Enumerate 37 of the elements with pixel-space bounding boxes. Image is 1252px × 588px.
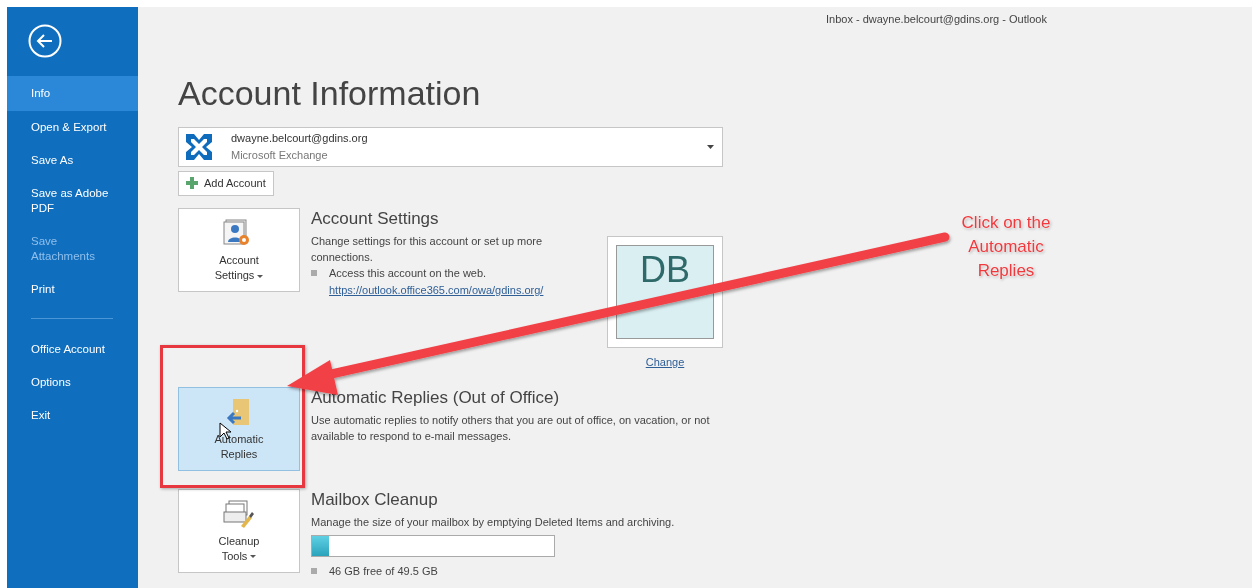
callout-text: Click on the Automatic Replies [960, 212, 1052, 282]
cleanup-icon [223, 499, 255, 530]
section-description: Use automatic replies to notify others that you are out of office, on vacation, or not available to respond to e-mail messages. [311, 412, 711, 444]
bullet-text: 46 GB free of 49.5 GB [329, 563, 438, 579]
sidebar-item[interactable]: Print [7, 273, 138, 306]
sidebar-item[interactable]: Office Account [7, 333, 138, 366]
sidebar-item[interactable]: Exit [7, 399, 138, 432]
sidebar-item[interactable]: Open & Export [7, 111, 138, 144]
sidebar-item: Save Attachments [7, 225, 138, 273]
account-email: dwayne.belcourt@gdins.org [231, 131, 369, 146]
page-title: Account Information [178, 73, 482, 113]
profile-initials: DB [616, 245, 714, 340]
change-photo-link[interactable]: Change [645, 354, 685, 371]
bullet-text: Access this account on the web. [329, 266, 487, 282]
sidebar-item[interactable]: Save As [7, 144, 138, 177]
section-description: Change settings for this account or set up more connections. [311, 234, 544, 266]
tool-button[interactable]: Automatic Replies [178, 386, 300, 471]
section-title: Automatic Replies (Out of Office) [311, 386, 561, 409]
window-title: Inbox - dwayne.belcourt@gdins.org - Outlook [826, 12, 1047, 27]
bullet-icon [311, 567, 317, 574]
sidebar-item[interactable]: Save as Adobe PDF [7, 177, 138, 225]
tool-button[interactable]: Cleanup Tools [178, 488, 300, 573]
bullet-icon [311, 270, 317, 277]
add-account-button[interactable]: Add Account [178, 171, 274, 196]
sidebar-item[interactable]: Options [7, 366, 138, 399]
section-title: Account Settings [311, 208, 440, 231]
section-title: Mailbox Cleanup [311, 488, 439, 511]
section-description: Manage the size of your mailbox by emptying Deleted Items and archiving. [311, 514, 676, 530]
web-link[interactable]: https://outlook.office365.com/owa/gdins.org/ [311, 282, 589, 300]
exchange-icon [183, 131, 215, 163]
account-dropdown[interactable]: dwayne.belcourt@gdins.org Microsoft Exchange [178, 127, 723, 167]
sidebar-item[interactable]: Info [7, 76, 138, 111]
plus-icon [186, 177, 198, 190]
account-type: Microsoft Exchange [231, 148, 329, 163]
back-icon[interactable] [28, 24, 62, 58]
dropdown-caret-icon [707, 145, 714, 149]
tool-button[interactable]: Account Settings [178, 208, 300, 293]
